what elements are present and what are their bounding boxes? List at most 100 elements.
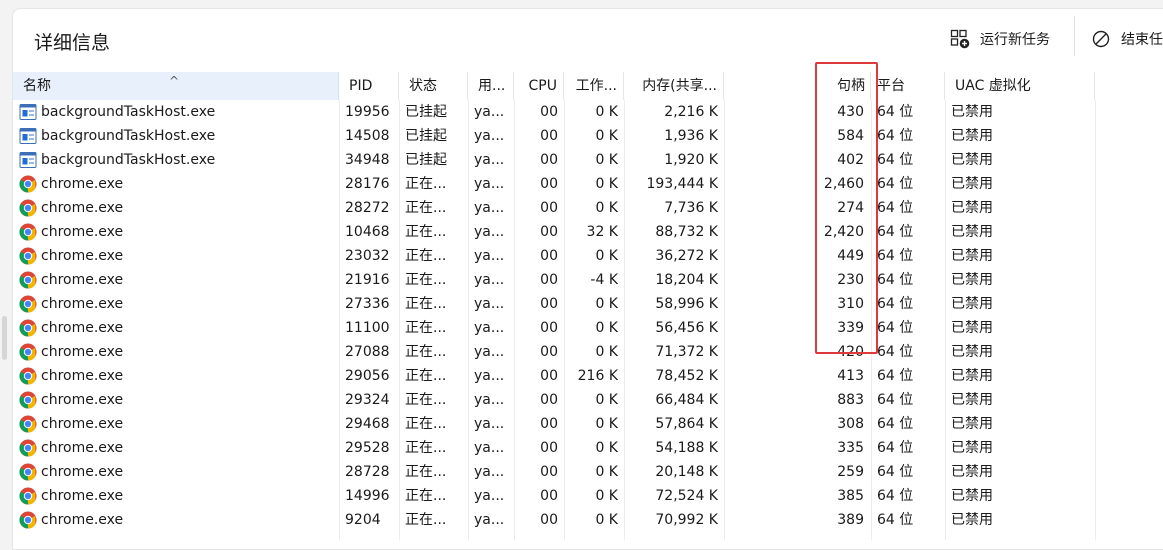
table-row[interactable]: chrome.exe 28728 正在... ya... 00 0 K 20,148 K 25… bbox=[13, 460, 1163, 484]
column-header-label: PID bbox=[349, 78, 373, 94]
table-row[interactable]: chrome.exe 29056 正在... ya... 00 216 K 78,452 K… bbox=[13, 364, 1163, 388]
column-header-user[interactable]: 用... bbox=[468, 72, 514, 100]
working-set-cell: 0 K bbox=[595, 440, 618, 456]
status-cell: 正在... bbox=[405, 416, 447, 432]
table-row[interactable]: chrome.exe 9204 正在... ya... 00 0 K 70,992 K 389… bbox=[13, 508, 1163, 532]
platform-cell: 64 位 bbox=[877, 464, 914, 480]
run-new-task-button[interactable]: 运行新任务 bbox=[950, 27, 1050, 51]
table-row[interactable]: chrome.exe 14996 正在... ya... 00 0 K 72,524 K 38… bbox=[13, 484, 1163, 508]
background-task-host-icon bbox=[19, 127, 37, 145]
table-row[interactable]: chrome.exe 28176 正在... ya... 00 0 K 193,444 K 2… bbox=[13, 172, 1163, 196]
table-row[interactable]: chrome.exe 10468 正在... ya... 00 32 K 88,732 K 2… bbox=[13, 220, 1163, 244]
user-cell: ya... bbox=[474, 368, 505, 384]
memory-cell: 1,920 K bbox=[664, 152, 718, 168]
chrome-icon bbox=[19, 367, 37, 385]
status-cell: 正在... bbox=[405, 440, 447, 456]
chrome-icon bbox=[19, 415, 37, 433]
table-row[interactable]: backgroundTaskHost.exe 34948 已挂起 ya... 00 0 K… bbox=[13, 148, 1163, 172]
cpu-cell: 00 bbox=[540, 392, 558, 408]
pid-cell: 21916 bbox=[345, 272, 390, 288]
handles-cell: 274 bbox=[837, 200, 864, 216]
handles-cell: 430 bbox=[837, 104, 864, 120]
working-set-cell: 0 K bbox=[595, 344, 618, 360]
table-row[interactable]: backgroundTaskHost.exe 19956 已挂起 ya... 00 0 K… bbox=[13, 100, 1163, 124]
platform-cell: 64 位 bbox=[877, 320, 914, 336]
column-header-memory-shared[interactable]: 内存(共享... bbox=[624, 72, 724, 100]
column-header-cpu[interactable]: CPU bbox=[514, 72, 564, 100]
pane-resize-handle[interactable] bbox=[2, 316, 7, 360]
background-task-host-icon bbox=[19, 151, 37, 169]
handles-cell: 310 bbox=[837, 296, 864, 312]
chrome-icon bbox=[19, 343, 37, 361]
status-cell: 已挂起 bbox=[405, 128, 447, 144]
handles-cell: 420 bbox=[837, 344, 864, 360]
table-row[interactable]: chrome.exe 27336 正在... ya... 00 0 K 58,996 K 31… bbox=[13, 292, 1163, 316]
table-row[interactable]: chrome.exe 21916 正在... ya... 00 -4 K 18,204 K 2… bbox=[13, 268, 1163, 292]
status-cell: 正在... bbox=[405, 200, 447, 216]
working-set-cell: -4 K bbox=[590, 272, 618, 288]
cpu-cell: 00 bbox=[540, 224, 558, 240]
cpu-cell: 00 bbox=[540, 272, 558, 288]
handles-cell: 230 bbox=[837, 272, 864, 288]
working-set-cell: 0 K bbox=[595, 200, 618, 216]
column-header-name[interactable]: 名称 ^ bbox=[13, 72, 339, 100]
pid-cell: 14996 bbox=[345, 488, 390, 504]
table-row[interactable]: chrome.exe 29528 正在... ya... 00 0 K 54,188 K 33… bbox=[13, 436, 1163, 460]
column-header-status[interactable]: 状态 bbox=[399, 72, 468, 100]
user-cell: ya... bbox=[474, 296, 505, 312]
chrome-icon bbox=[19, 463, 37, 481]
user-cell: ya... bbox=[474, 344, 505, 360]
platform-cell: 64 位 bbox=[877, 296, 914, 312]
memory-cell: 20,148 K bbox=[655, 464, 718, 480]
cpu-cell: 00 bbox=[540, 488, 558, 504]
working-set-cell: 0 K bbox=[595, 296, 618, 312]
column-header-working-set[interactable]: 工作... bbox=[564, 72, 624, 100]
cpu-cell: 00 bbox=[540, 320, 558, 336]
chrome-icon bbox=[19, 175, 37, 193]
table-row[interactable]: chrome.exe 28272 正在... ya... 00 0 K 7,736 K 274… bbox=[13, 196, 1163, 220]
status-cell: 正在... bbox=[405, 248, 447, 264]
handles-cell: 259 bbox=[837, 464, 864, 480]
cpu-cell: 00 bbox=[540, 152, 558, 168]
column-header-uac[interactable]: UAC 虚拟化 bbox=[945, 72, 1095, 100]
column-header-pid[interactable]: PID bbox=[339, 72, 399, 100]
platform-cell: 64 位 bbox=[877, 128, 914, 144]
memory-cell: 2,216 K bbox=[664, 104, 718, 120]
column-header-label: 内存(共享... bbox=[642, 78, 717, 94]
uac-cell: 已禁用 bbox=[951, 104, 993, 120]
uac-cell: 已禁用 bbox=[951, 488, 993, 504]
table-row[interactable]: backgroundTaskHost.exe 14508 已挂起 ya... 00 0 K… bbox=[13, 124, 1163, 148]
platform-cell: 64 位 bbox=[877, 368, 914, 384]
process-name-cell: chrome.exe bbox=[41, 392, 124, 408]
pid-cell: 11100 bbox=[345, 320, 390, 336]
table-row[interactable]: chrome.exe 27088 正在... ya... 00 0 K 71,372 K 42… bbox=[13, 340, 1163, 364]
pid-cell: 34948 bbox=[345, 152, 390, 168]
left-edge bbox=[0, 0, 12, 534]
uac-cell: 已禁用 bbox=[951, 152, 993, 168]
cpu-cell: 00 bbox=[540, 416, 558, 432]
pid-cell: 27336 bbox=[345, 296, 390, 312]
column-header-label: 句柄 bbox=[837, 78, 865, 94]
working-set-cell: 0 K bbox=[595, 392, 618, 408]
platform-cell: 64 位 bbox=[877, 224, 914, 240]
platform-cell: 64 位 bbox=[877, 488, 914, 504]
process-name-cell: chrome.exe bbox=[41, 224, 124, 240]
user-cell: ya... bbox=[474, 128, 505, 144]
column-header-platform[interactable]: 平台 bbox=[871, 72, 945, 100]
working-set-cell: 0 K bbox=[595, 128, 618, 144]
column-header-handles[interactable]: 句柄 bbox=[724, 72, 871, 100]
table-row[interactable]: chrome.exe 23032 正在... ya... 00 0 K 36,272 K 44… bbox=[13, 244, 1163, 268]
pid-cell: 29528 bbox=[345, 440, 390, 456]
process-name-cell: backgroundTaskHost.exe bbox=[41, 104, 216, 120]
chrome-icon bbox=[19, 319, 37, 337]
handles-cell: 339 bbox=[837, 320, 864, 336]
table-row[interactable]: chrome.exe 29468 正在... ya... 00 0 K 57,864 K 30… bbox=[13, 412, 1163, 436]
status-cell: 正在... bbox=[405, 272, 447, 288]
cpu-cell: 00 bbox=[540, 296, 558, 312]
table-row[interactable]: chrome.exe 29324 正在... ya... 00 0 K 66,484 K 88… bbox=[13, 388, 1163, 412]
end-task-button[interactable]: 结束任 bbox=[1091, 27, 1163, 51]
table-row[interactable]: chrome.exe 11100 正在... ya... 00 0 K 56,456 K 33… bbox=[13, 316, 1163, 340]
uac-cell: 已禁用 bbox=[951, 320, 993, 336]
user-cell: ya... bbox=[474, 416, 505, 432]
uac-cell: 已禁用 bbox=[951, 224, 993, 240]
